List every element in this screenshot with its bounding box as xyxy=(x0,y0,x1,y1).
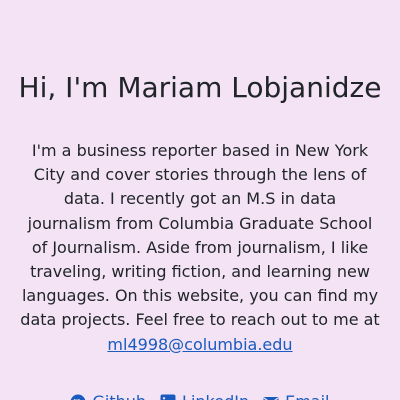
linkedin-label: LinkedIn xyxy=(182,392,249,400)
github-label: Github xyxy=(92,392,146,400)
social-links: Github LinkedIn Email xyxy=(0,392,400,400)
email-link[interactable]: ml4998@columbia.edu xyxy=(107,335,292,354)
email-nav-link[interactable]: Email xyxy=(263,392,330,400)
email-icon xyxy=(263,394,279,400)
page-title: Hi, I'm Mariam Lobjanidze xyxy=(18,71,382,104)
linkedin-icon xyxy=(160,394,176,400)
bio-paragraph: I'm a business reporter based in New Yor… xyxy=(20,139,380,357)
page: Hi, I'm Mariam Lobjanidze I'm a business… xyxy=(0,0,400,400)
linkedin-link[interactable]: LinkedIn xyxy=(160,392,249,400)
email-label: Email xyxy=(285,392,329,400)
github-link[interactable]: Github xyxy=(70,392,146,400)
bio-text: I'm a business reporter based in New Yor… xyxy=(20,141,380,330)
github-icon xyxy=(70,394,86,400)
